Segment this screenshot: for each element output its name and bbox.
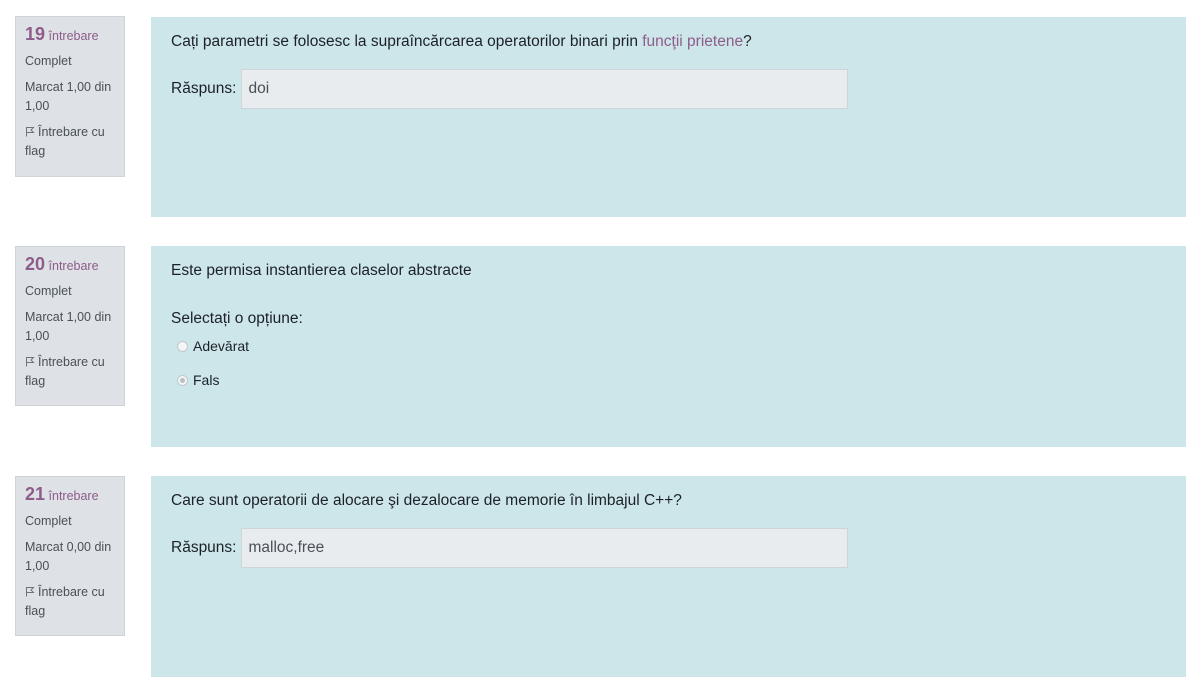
question-content: Cați parametri se folosesc la supraîncăr… [151, 17, 1186, 217]
question-number-value: 21 [25, 484, 46, 504]
question-state: Complet [25, 54, 72, 68]
answer-label: Răspuns: [171, 80, 237, 97]
question-text-before: Cați parametri se folosesc la supraîncăr… [171, 33, 643, 50]
radio-fals[interactable] [177, 374, 188, 386]
question-grade: Marcat 1,00 din 1,00 [25, 310, 112, 343]
radio-adevarat[interactable] [177, 340, 188, 352]
flag-question-label: Întrebare cu flag [25, 125, 105, 158]
question-number: 19 întrebare [25, 25, 115, 46]
option-adevarat[interactable]: Adevărat [171, 336, 1166, 356]
question-content: Care sunt operatorii de alocare şi dezal… [151, 476, 1186, 677]
flag-icon [26, 587, 35, 597]
question-number: 21 întrebare [25, 485, 115, 506]
glossary-link[interactable]: funcţii prietene [642, 33, 743, 50]
answer-label: Răspuns: [171, 539, 237, 556]
answer-row: Răspuns: doi [171, 69, 1166, 109]
answer-input[interactable]: doi [241, 69, 849, 109]
flag-question-toggle[interactable]: Întrebare cu flag [25, 123, 115, 161]
flag-question-toggle[interactable]: Întrebare cu flag [25, 583, 115, 621]
question-text: Este permisa instantierea claselor abstr… [171, 262, 472, 279]
question-text: Care sunt operatorii de alocare şi dezal… [171, 492, 682, 509]
question-number-value: 19 [25, 24, 46, 44]
question-state: Complet [25, 514, 72, 528]
question-number-value: 20 [25, 254, 46, 274]
flag-question-toggle[interactable]: Întrebare cu flag [25, 353, 115, 391]
question-grade: Marcat 1,00 din 1,00 [25, 80, 112, 113]
flag-question-label: Întrebare cu flag [25, 585, 105, 618]
option-fals[interactable]: Fals [171, 370, 1166, 390]
question-content: Este permisa instantierea claselor abstr… [151, 246, 1186, 447]
question-text: Cați parametri se folosesc la supraîncăr… [171, 31, 1166, 53]
question-info: 19 întrebare Complet Marcat 1,00 din 1,0… [15, 16, 125, 177]
question-grade: Marcat 0,00 din 1,00 [25, 540, 112, 573]
question-info: 21 întrebare Complet Marcat 0,00 din 1,0… [15, 476, 125, 636]
question-number-word: întrebare [48, 29, 99, 43]
answer-input[interactable]: malloc,free [241, 528, 849, 568]
flag-question-label: Întrebare cu flag [25, 355, 105, 388]
question-text-after: ? [743, 33, 752, 50]
question-number-word: întrebare [48, 259, 99, 273]
question-state: Complet [25, 284, 72, 298]
option-label: Fals [193, 372, 220, 388]
flag-icon [26, 127, 35, 137]
answer-prompt: Selectați o opțiune: [171, 310, 303, 327]
question-info: 20 întrebare Complet Marcat 1,00 din 1,0… [15, 246, 125, 406]
question-number-word: întrebare [48, 489, 99, 503]
option-label: Adevărat [193, 338, 250, 354]
question-number: 20 întrebare [25, 255, 115, 276]
answer-row: Răspuns: malloc,free [171, 528, 1166, 568]
flag-icon [26, 357, 35, 367]
